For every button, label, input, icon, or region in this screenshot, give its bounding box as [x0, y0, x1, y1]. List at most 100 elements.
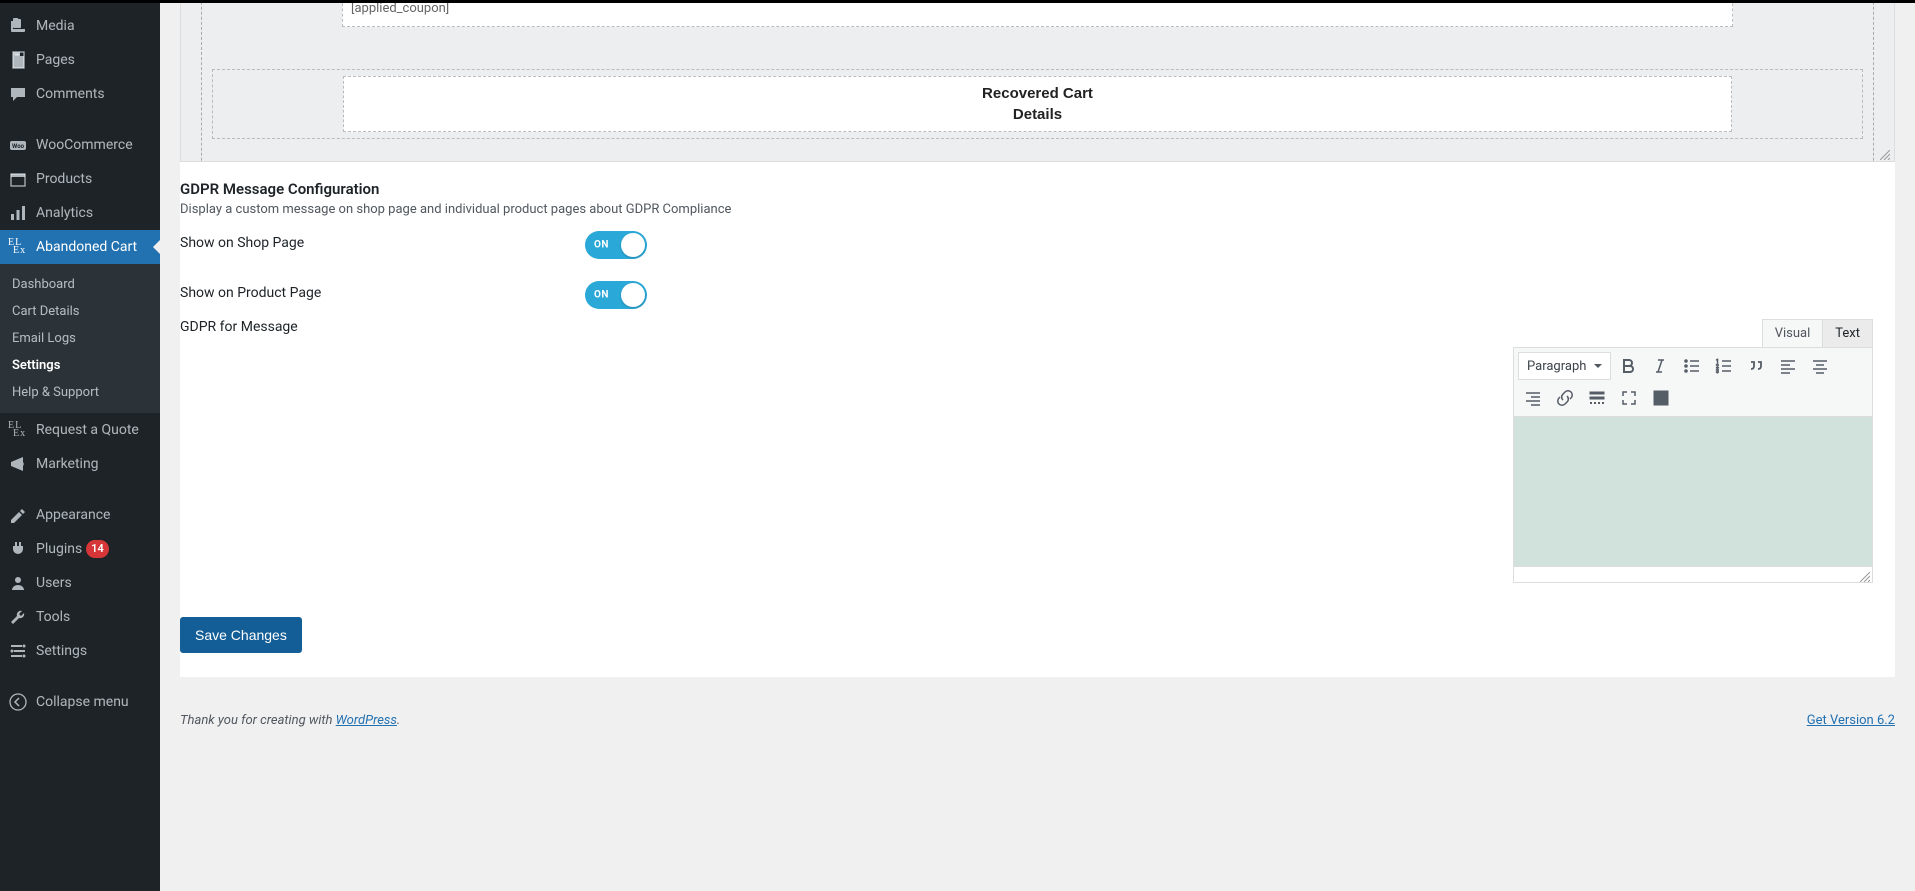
editor-link-button[interactable]	[1550, 384, 1580, 412]
gdpr-message-editor: Visual Text Paragraph 123	[1513, 319, 1873, 583]
sidebar-label: Media	[36, 18, 75, 34]
editor-toolbar: Paragraph 123	[1513, 347, 1873, 417]
sidebar-label: Settings	[36, 643, 87, 659]
collapse-icon	[8, 692, 28, 712]
toggle-show-on-shop[interactable]: ON	[585, 231, 647, 259]
sidebar-item-woocommerce[interactable]: Woo WooCommerce	[0, 128, 160, 162]
footer-version-link[interactable]: Get Version 6.2	[1807, 713, 1895, 728]
editor-format-select[interactable]: Paragraph	[1518, 352, 1611, 380]
admin-footer: Thank you for creating with WordPress. G…	[160, 697, 1915, 756]
submenu-item-cart-details[interactable]: Cart Details	[0, 298, 160, 325]
template-recovered-heading-1: Recovered Cart	[356, 85, 1719, 102]
sidebar-separator	[0, 674, 160, 679]
plugins-icon	[8, 539, 28, 559]
editor-bullet-list-button[interactable]	[1677, 352, 1707, 380]
gdpr-heading: GDPR Message Configuration	[180, 180, 1895, 198]
sidebar-collapse[interactable]: Collapse menu	[0, 685, 160, 719]
sidebar-label: Tools	[36, 609, 70, 625]
editor-align-left-button[interactable]	[1773, 352, 1803, 380]
sidebar-label: Collapse menu	[36, 694, 129, 710]
submenu-item-settings[interactable]: Settings	[0, 352, 160, 379]
pages-icon	[8, 50, 28, 70]
editor-more-button[interactable]	[1582, 384, 1612, 412]
toggle-show-on-product[interactable]: ON	[585, 281, 647, 309]
sidebar-separator	[0, 117, 160, 122]
admin-bar	[0, 0, 1915, 3]
toggle-on-text: ON	[594, 240, 609, 251]
marketing-icon	[8, 454, 28, 474]
toggle-knob	[621, 283, 645, 307]
footer-prefix: Thank you for creating with	[180, 713, 336, 728]
gdpr-description: Display a custom message on shop page an…	[180, 202, 1895, 217]
submenu-item-email-logs[interactable]: Email Logs	[0, 325, 160, 352]
sidebar-submenu: Dashboard Cart Details Email Logs Settin…	[0, 264, 160, 413]
editor-content-area[interactable]	[1513, 417, 1873, 567]
editor-tab-text[interactable]: Text	[1822, 319, 1873, 347]
comments-icon	[8, 84, 28, 104]
sidebar-item-comments[interactable]: Comments	[0, 77, 160, 111]
sidebar-item-plugins[interactable]: Plugins 14	[0, 532, 160, 566]
editor-format-label: Paragraph	[1527, 359, 1586, 374]
sidebar-item-tools[interactable]: Tools	[0, 600, 160, 634]
editor-numbered-list-button[interactable]: 123	[1709, 352, 1739, 380]
sidebar-separator	[0, 487, 160, 492]
sidebar-label: WooCommerce	[36, 137, 133, 153]
editor-resize-handle[interactable]	[1876, 146, 1890, 160]
analytics-icon	[8, 203, 28, 223]
sidebar-label: Appearance	[36, 507, 110, 523]
users-icon	[8, 573, 28, 593]
sidebar-item-media[interactable]: Media	[0, 9, 160, 43]
sidebar-item-products[interactable]: Products	[0, 162, 160, 196]
settings-icon	[8, 641, 28, 661]
sidebar-item-analytics[interactable]: Analytics	[0, 196, 160, 230]
editor-bold-button[interactable]	[1613, 352, 1643, 380]
editor-italic-button[interactable]	[1645, 352, 1675, 380]
elex-icon: ELEx	[8, 420, 28, 440]
template-recovered-block[interactable]: Recovered Cart Details	[343, 76, 1732, 132]
sidebar-label: Users	[36, 575, 72, 591]
editor-align-center-button[interactable]	[1805, 352, 1835, 380]
editor-fullscreen-button[interactable]	[1614, 384, 1644, 412]
editor-blockquote-button[interactable]	[1741, 352, 1771, 380]
svg-text:Woo: Woo	[12, 143, 25, 150]
sidebar-item-users[interactable]: Users	[0, 566, 160, 600]
tools-icon	[8, 607, 28, 627]
submenu-item-help[interactable]: Help & Support	[0, 379, 160, 406]
products-icon	[8, 169, 28, 189]
sidebar-label: Abandoned Cart	[36, 239, 137, 255]
email-template-preview-scroll[interactable]: [applied_coupon] Recovered Cart Details	[181, 1, 1894, 161]
toggle-knob	[621, 233, 645, 257]
woocommerce-icon: Woo	[8, 135, 28, 155]
editor-tab-visual[interactable]: Visual	[1762, 319, 1824, 347]
sidebar-item-marketing[interactable]: Marketing	[0, 447, 160, 481]
email-template-preview-container: [applied_coupon] Recovered Cart Details	[180, 0, 1895, 162]
template-shortcode-block[interactable]: [applied_coupon]	[342, 1, 1733, 27]
sidebar-item-abandoned-cart[interactable]: ELEx Abandoned Cart	[0, 230, 160, 264]
sidebar-label: Plugins	[36, 541, 82, 557]
svg-text:3: 3	[1716, 369, 1719, 375]
editor-align-right-button[interactable]	[1518, 384, 1548, 412]
label-show-on-product: Show on Product Page	[180, 281, 585, 301]
sidebar-item-settings[interactable]: Settings	[0, 634, 160, 668]
footer-wordpress-link[interactable]: WordPress	[336, 713, 397, 728]
sidebar-item-request-quote[interactable]: ELEx Request a Quote	[0, 413, 160, 447]
editor-resize-handle[interactable]	[1856, 568, 1870, 582]
footer-suffix: .	[397, 713, 400, 728]
label-show-on-shop: Show on Shop Page	[180, 231, 585, 251]
appearance-icon	[8, 505, 28, 525]
editor-toggle-toolbar-button[interactable]	[1646, 384, 1676, 412]
sidebar-label: Request a Quote	[36, 422, 139, 438]
template-recovered-heading-2: Details	[356, 106, 1719, 123]
sidebar-item-pages[interactable]: Pages	[0, 43, 160, 77]
admin-sidebar: Media Pages Comments Woo WooCommerce Pro…	[0, 0, 160, 891]
elex-icon: ELEx	[8, 237, 28, 257]
submenu-item-dashboard[interactable]: Dashboard	[0, 271, 160, 298]
template-shortcode-text: [applied_coupon]	[351, 1, 449, 16]
plugins-update-badge: 14	[86, 540, 109, 558]
sidebar-label: Marketing	[36, 456, 99, 472]
sidebar-label: Products	[36, 171, 92, 187]
save-changes-button[interactable]: Save Changes	[180, 617, 302, 653]
toggle-on-text: ON	[594, 290, 609, 301]
sidebar-item-appearance[interactable]: Appearance	[0, 498, 160, 532]
sidebar-label: Analytics	[36, 205, 93, 221]
